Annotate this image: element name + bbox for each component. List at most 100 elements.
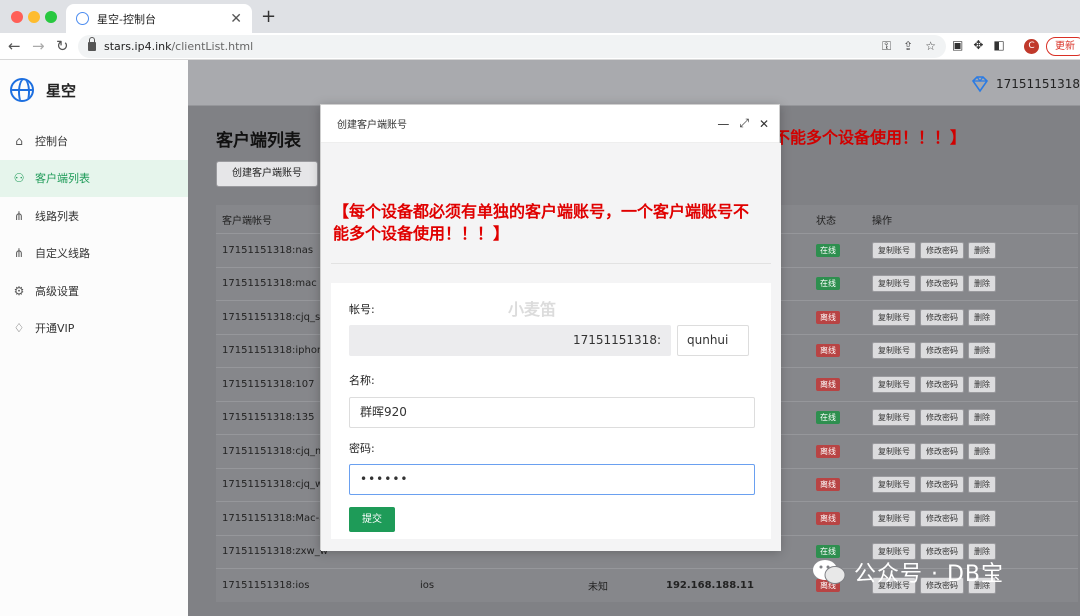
delete-button[interactable]: 删除 <box>968 442 996 460</box>
puzzle-icon[interactable]: ✥ <box>973 38 983 52</box>
delete-button[interactable]: 删除 <box>968 375 996 393</box>
actions-cell: 复制账号 修改密码 删除 <box>872 241 1078 259</box>
copy-account-button[interactable]: 复制账号 <box>872 241 916 259</box>
url-input[interactable]: stars.ip4.ink/clientList.html ⚿ ⇪ ☆ <box>78 35 946 58</box>
change-password-button[interactable]: 修改密码 <box>920 275 964 293</box>
sidebar-item-dashboard[interactable]: ⌂ 控制台 <box>0 122 188 160</box>
profile-avatar[interactable]: C <box>1024 39 1039 54</box>
sidepanel-icon[interactable]: ◧ <box>993 38 1004 52</box>
new-tab-button[interactable]: + <box>261 6 276 27</box>
status-cell: 离线 <box>816 377 872 391</box>
change-password-button[interactable]: 修改密码 <box>920 442 964 460</box>
sidebar: 星空 ⌂ 控制台 ⚇ 客户端列表 ⋔ 线路列表 ⋔ 自定义线路 ⚙ 高级设置 ♢ 开通VIP <box>0 60 188 616</box>
copy-account-button[interactable]: 复制账号 <box>872 509 916 527</box>
delete-button[interactable]: 删除 <box>968 308 996 326</box>
sidebar-item-label: 自定义线路 <box>35 247 90 261</box>
actions-cell: 复制账号 修改密码 删除 <box>872 509 1078 527</box>
change-password-button[interactable]: 修改密码 <box>920 476 964 494</box>
actions-cell: 复制账号 修改密码 删除 <box>872 308 1078 326</box>
user-id: 17151151318 <box>996 77 1080 91</box>
actions-cell: 复制账号 修改密码 删除 <box>872 342 1078 360</box>
diamond-icon: ♢ <box>13 321 25 336</box>
client-type: 未知 <box>588 581 608 593</box>
maximize-window-button[interactable] <box>45 11 57 23</box>
delete-button[interactable]: 删除 <box>968 509 996 527</box>
url-path: /clientList.html <box>171 40 254 53</box>
delete-button[interactable]: 删除 <box>968 342 996 360</box>
sidebar-item-label: 线路列表 <box>35 209 79 223</box>
forward-icon[interactable]: → <box>32 37 45 55</box>
reload-icon[interactable]: ↻ <box>56 37 69 55</box>
key-icon[interactable]: ⚿ <box>882 39 891 54</box>
client-form: 帐号: 17151151318: qunhui 名称: 群晖920 密码: ••… <box>331 283 771 539</box>
brand-name: 星空 <box>46 81 77 100</box>
account-prefix: 17151151318: <box>349 325 671 356</box>
sidebar-item-route-list[interactable]: ⋔ 线路列表 <box>0 197 188 235</box>
create-client-dialog: 创建客户端账号 — ⤢ ✕ 【每个设备都必须有单独的客户端账号，一个客户端账号不… <box>320 104 781 551</box>
copy-account-button[interactable]: 复制账号 <box>872 275 916 293</box>
copy-account-button[interactable]: 复制账号 <box>872 476 916 494</box>
home-icon: ⌂ <box>15 133 23 148</box>
sidebar-item-custom-route[interactable]: ⋔ 自定义线路 <box>0 235 188 273</box>
change-password-button[interactable]: 修改密码 <box>920 308 964 326</box>
actions-cell: 复制账号 修改密码 删除 <box>872 442 1078 460</box>
sidebar-item-label: 开通VIP <box>35 322 75 336</box>
status-badge: 离线 <box>816 511 840 525</box>
submit-button[interactable]: 提交 <box>349 507 395 532</box>
minimize-icon[interactable]: — <box>717 117 729 131</box>
change-password-button[interactable]: 修改密码 <box>920 241 964 259</box>
sidebar-item-vip[interactable]: ♢ 开通VIP <box>0 310 188 348</box>
delete-button[interactable]: 删除 <box>968 476 996 494</box>
status-badge: 在线 <box>816 243 840 257</box>
account-label: 帐号: <box>349 303 375 316</box>
delete-button[interactable]: 删除 <box>968 241 996 259</box>
copy-account-button[interactable]: 复制账号 <box>872 308 916 326</box>
star-icon[interactable]: ☆ <box>925 39 936 54</box>
status-badge: 离线 <box>816 310 840 324</box>
create-client-button[interactable]: 创建客户端账号 <box>216 161 318 187</box>
dialog-body: 【每个设备都必须有单独的客户端账号，一个客户端账号不能多个设备使用！！！】 帐号… <box>321 143 781 551</box>
password-input[interactable]: •••••• <box>349 464 755 495</box>
change-password-button[interactable]: 修改密码 <box>920 509 964 527</box>
close-window-button[interactable] <box>11 11 23 23</box>
close-icon[interactable]: ✕ <box>230 11 242 27</box>
back-icon[interactable]: ← <box>8 37 21 55</box>
status-cell: 在线 <box>816 277 872 291</box>
url-host: stars.ip4.ink <box>104 40 172 53</box>
status-badge: 离线 <box>816 377 840 391</box>
copy-account-button[interactable]: 复制账号 <box>872 375 916 393</box>
status-cell: 离线 <box>816 511 872 525</box>
status-cell: 离线 <box>816 344 872 358</box>
user-menu[interactable]: 17151151318 <box>970 74 1080 94</box>
copy-account-button[interactable]: 复制账号 <box>872 409 916 427</box>
status-badge: 在线 <box>816 411 840 425</box>
users-icon: ⚇ <box>13 171 25 186</box>
sidebar-menu: ⌂ 控制台 ⚇ 客户端列表 ⋔ 线路列表 ⋔ 自定义线路 ⚙ 高级设置 ♢ 开通VIP <box>0 122 188 347</box>
extension-icon[interactable]: ▣ <box>952 38 963 52</box>
status-cell: 离线 <box>816 310 872 324</box>
change-password-button[interactable]: 修改密码 <box>920 409 964 427</box>
copy-account-button[interactable]: 复制账号 <box>872 442 916 460</box>
account-input[interactable]: qunhui <box>677 325 749 356</box>
sidebar-item-label: 高级设置 <box>35 284 79 298</box>
delete-button[interactable]: 删除 <box>968 275 996 293</box>
delete-button[interactable]: 删除 <box>968 409 996 427</box>
share-icon[interactable]: ⇪ <box>903 39 913 54</box>
sidebar-item-advanced-settings[interactable]: ⚙ 高级设置 <box>0 272 188 310</box>
dialog-header: 创建客户端账号 <box>321 105 779 143</box>
close-icon[interactable]: ✕ <box>759 117 769 131</box>
sidebar-item-label: 客户端列表 <box>35 172 90 186</box>
change-password-button[interactable]: 修改密码 <box>920 375 964 393</box>
name-input[interactable]: 群晖920 <box>349 397 755 428</box>
update-button[interactable]: 更新 <box>1046 37 1080 56</box>
copy-account-button[interactable]: 复制账号 <box>872 342 916 360</box>
brand[interactable]: 星空 <box>10 78 76 102</box>
maximize-icon[interactable]: ⤢ <box>739 116 749 131</box>
minimize-window-button[interactable] <box>28 11 40 23</box>
tab-title: 星空-控制台 <box>97 12 156 26</box>
change-password-button[interactable]: 修改密码 <box>920 342 964 360</box>
browser-tab[interactable]: 星空-控制台 ✕ <box>66 4 252 33</box>
globe-icon <box>10 78 34 102</box>
sidebar-item-client-list[interactable]: ⚇ 客户端列表 <box>0 159 188 197</box>
name-label: 名称: <box>349 374 375 387</box>
